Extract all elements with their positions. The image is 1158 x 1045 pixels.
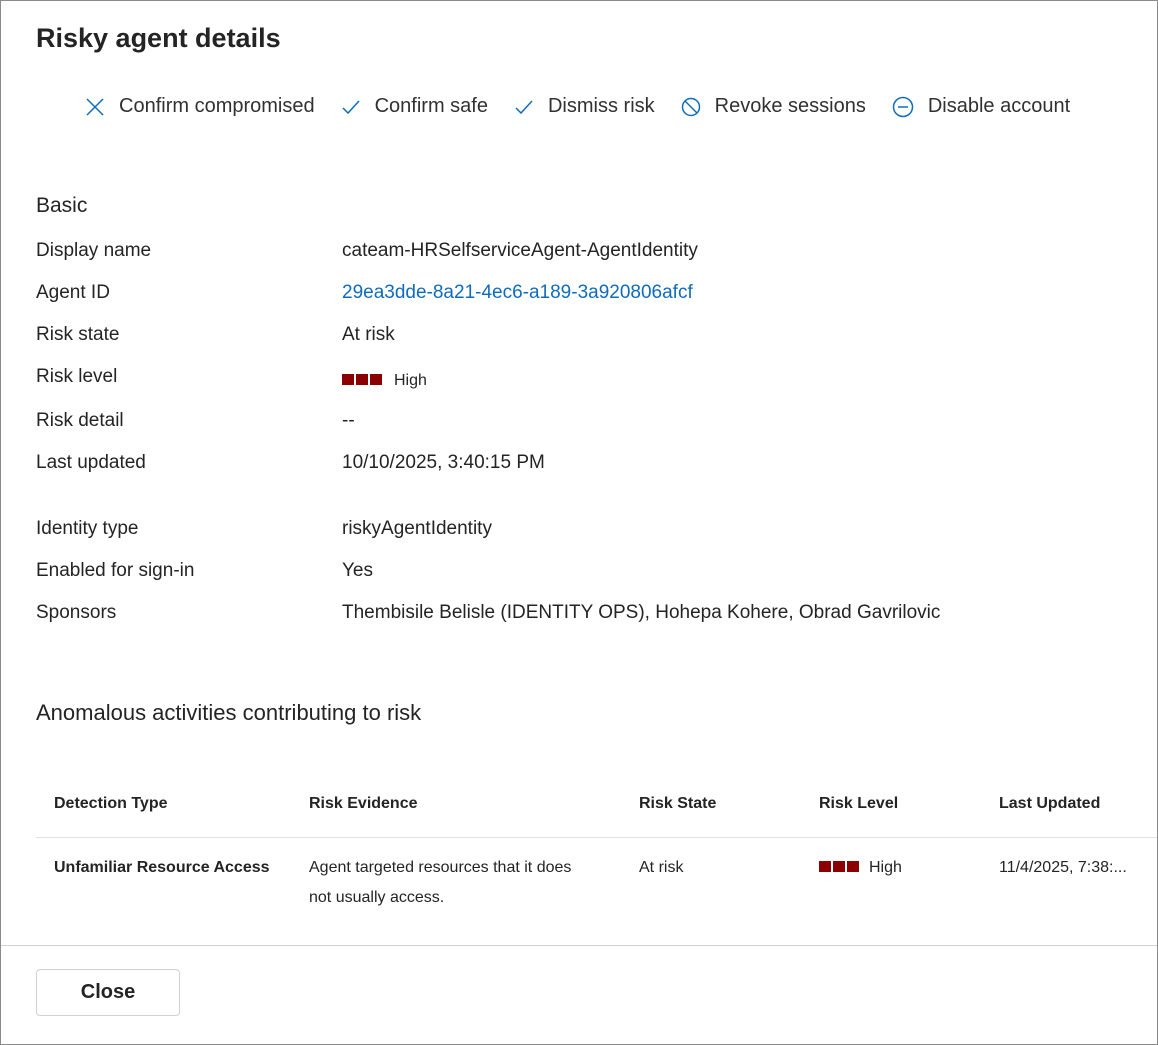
section-anomalous: Anomalous activities contributing to ris… <box>36 700 422 725</box>
page-title: Risky agent details <box>36 23 281 53</box>
button-label: Dismiss risk <box>547 95 655 117</box>
risk-evidence: Agent targeted resources that it does not… <box>309 853 571 913</box>
value: -- <box>342 410 355 431</box>
button-label: Confirm compromised <box>119 95 315 117</box>
block-icon <box>681 97 700 116</box>
agent-id-link[interactable]: 29ea3dde-8a21-4ec6-a189-3a920806afcf <box>342 282 693 304</box>
risk-state: At risk <box>639 859 684 876</box>
divider <box>36 837 1157 838</box>
revoke-sessions-button[interactable]: Revoke sessions <box>681 95 866 118</box>
value: At risk <box>342 324 395 345</box>
label: Risk level <box>36 366 118 387</box>
label: Risk detail <box>36 410 124 431</box>
evidence-line: Agent targeted resources that it does <box>309 859 572 876</box>
value: 10/10/2025, 3:40:15 PM <box>342 452 545 473</box>
confirm-safe-button[interactable]: Confirm safe <box>341 95 488 118</box>
footer-divider <box>1 945 1157 946</box>
toolbar: Confirm compromised Confirm safe Dismiss… <box>85 95 1096 118</box>
dismiss-risk-button[interactable]: Dismiss risk <box>514 95 655 118</box>
x-icon <box>86 97 104 116</box>
evidence-line: not usually access. <box>309 889 445 906</box>
label: Display name <box>36 240 152 261</box>
column-header[interactable]: Detection Type <box>54 795 168 813</box>
label: Agent ID <box>36 282 110 303</box>
minus-circle-icon <box>892 96 914 117</box>
close-button[interactable]: Close <box>36 969 180 1016</box>
last-updated: 11/4/2025, 7:38:... <box>999 859 1127 876</box>
check-icon <box>515 99 533 114</box>
label: Sponsors <box>36 602 117 623</box>
button-label: Confirm safe <box>374 95 488 117</box>
section-basic: Basic <box>36 194 88 217</box>
value: Yes <box>342 560 373 581</box>
button-label: Revoke sessions <box>714 95 866 117</box>
risk-level-bars-icon <box>342 374 382 386</box>
column-header[interactable]: Risk Level <box>819 795 898 813</box>
column-header[interactable]: Risk State <box>639 795 716 813</box>
label: Enabled for sign-in <box>36 560 195 581</box>
value: High <box>869 859 902 876</box>
risk-level-bars-icon <box>819 860 859 872</box>
label: Risk state <box>36 324 120 345</box>
risky-agent-details-panel: Risky agent details Confirm compromised … <box>0 0 1158 1045</box>
value: riskyAgentIdentity <box>342 518 492 539</box>
button-label: Disable account <box>927 95 1071 117</box>
value: Thembisile Belisle (IDENTITY OPS), Hohep… <box>342 602 941 623</box>
confirm-compromised-button[interactable]: Confirm compromised <box>85 95 315 118</box>
column-header[interactable]: Risk Evidence <box>309 795 418 813</box>
label: Identity type <box>36 518 139 539</box>
detection-type: Unfamiliar Resource Access <box>54 859 270 876</box>
label: Last updated <box>36 452 146 473</box>
value: High <box>394 372 427 389</box>
disable-account-button[interactable]: Disable account <box>892 95 1070 118</box>
check-icon <box>342 99 360 114</box>
column-header[interactable]: Last Updated <box>999 795 1100 813</box>
value: cateam-HRSelfserviceAgent-AgentIdentity <box>342 240 698 261</box>
risk-level: High <box>819 853 902 883</box>
